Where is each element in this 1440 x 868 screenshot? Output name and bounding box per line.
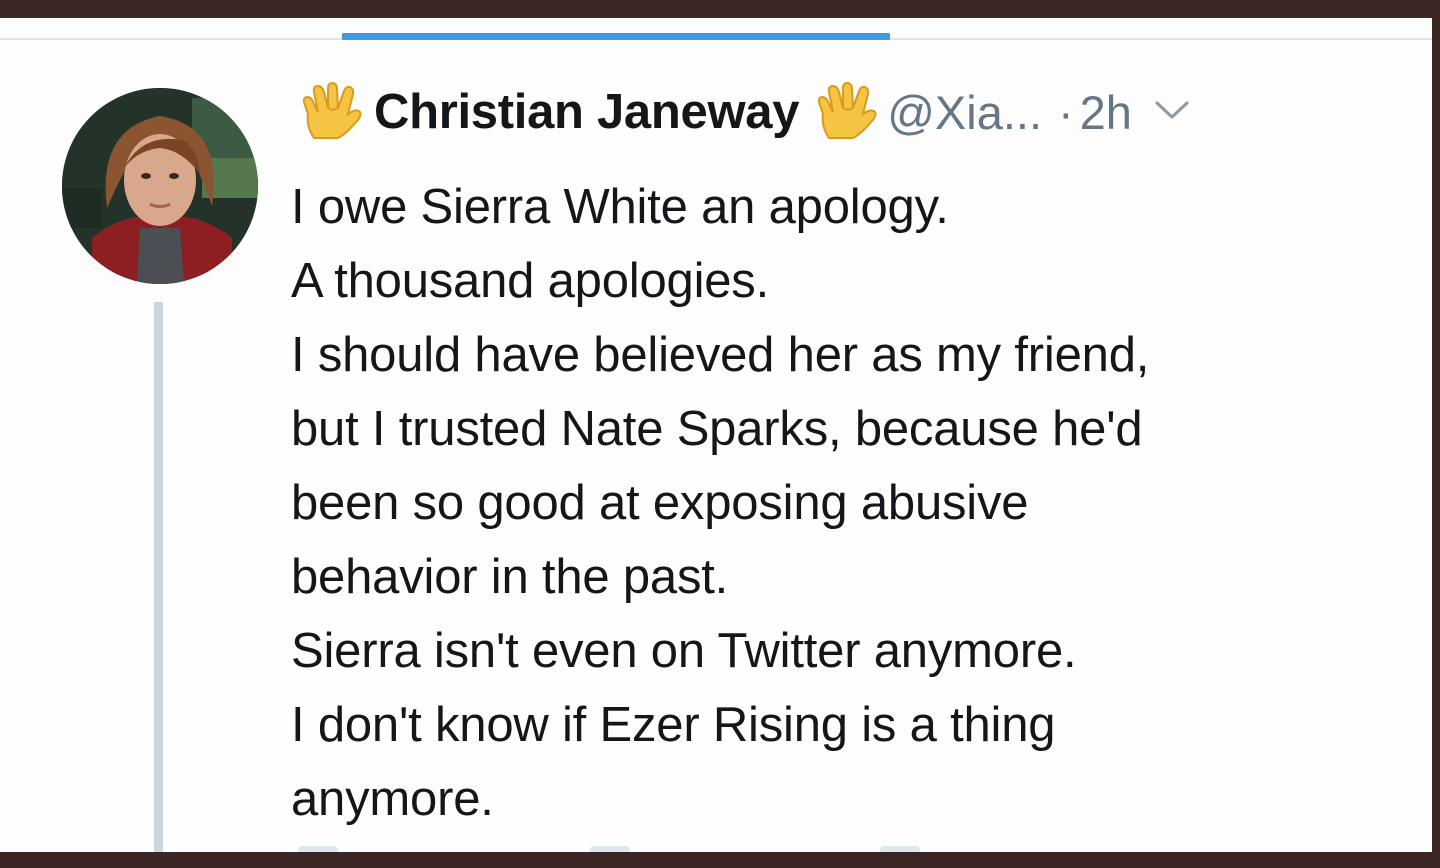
- display-name[interactable]: Christian Janeway: [374, 84, 799, 140]
- active-tab-indicator[interactable]: [342, 33, 890, 40]
- thread-connector-line: [154, 302, 163, 852]
- tweet-header: Christian Janeway @Xia... · 2h: [300, 82, 1190, 142]
- photo-frame: Christian Janeway @Xia... · 2h I owe Sie…: [0, 0, 1440, 868]
- meta-separator: ·: [1058, 85, 1074, 139]
- tweet-line: I should have believed her as my friend,: [291, 328, 1150, 382]
- tweet-line: anymore.: [291, 772, 494, 826]
- tweet-line: been so good at exposing abusive: [291, 476, 1029, 530]
- avatar-portrait-image: [62, 88, 258, 284]
- tweet-line: I don't know if Ezer Rising is a thing: [291, 698, 1056, 752]
- tweet-screen: Christian Janeway @Xia... · 2h I owe Sie…: [0, 18, 1432, 852]
- vulcan-salute-emoji: [815, 82, 877, 142]
- tweet-line: but I trusted Nate Sparks, because he'd: [291, 402, 1143, 456]
- tweet-body: I owe Sierra White an apology. A thousan…: [291, 170, 1411, 836]
- reply-action-hint[interactable]: [298, 846, 338, 852]
- tweet-line: behavior in the past.: [291, 550, 729, 604]
- tweet-timestamp[interactable]: 2h: [1080, 85, 1132, 140]
- tweet-line: A thousand apologies.: [291, 254, 770, 308]
- chevron-down-icon[interactable]: [1154, 99, 1190, 121]
- vulcan-salute-emoji: [300, 82, 362, 142]
- tweet-line: Sierra isn't even on Twitter anymore.: [291, 624, 1077, 678]
- tweet-line: I owe Sierra White an apology.: [291, 180, 949, 234]
- user-handle[interactable]: @Xia...: [887, 85, 1042, 140]
- avatar[interactable]: [62, 88, 258, 284]
- retweet-action-hint[interactable]: [590, 846, 630, 852]
- like-action-hint[interactable]: [880, 846, 920, 852]
